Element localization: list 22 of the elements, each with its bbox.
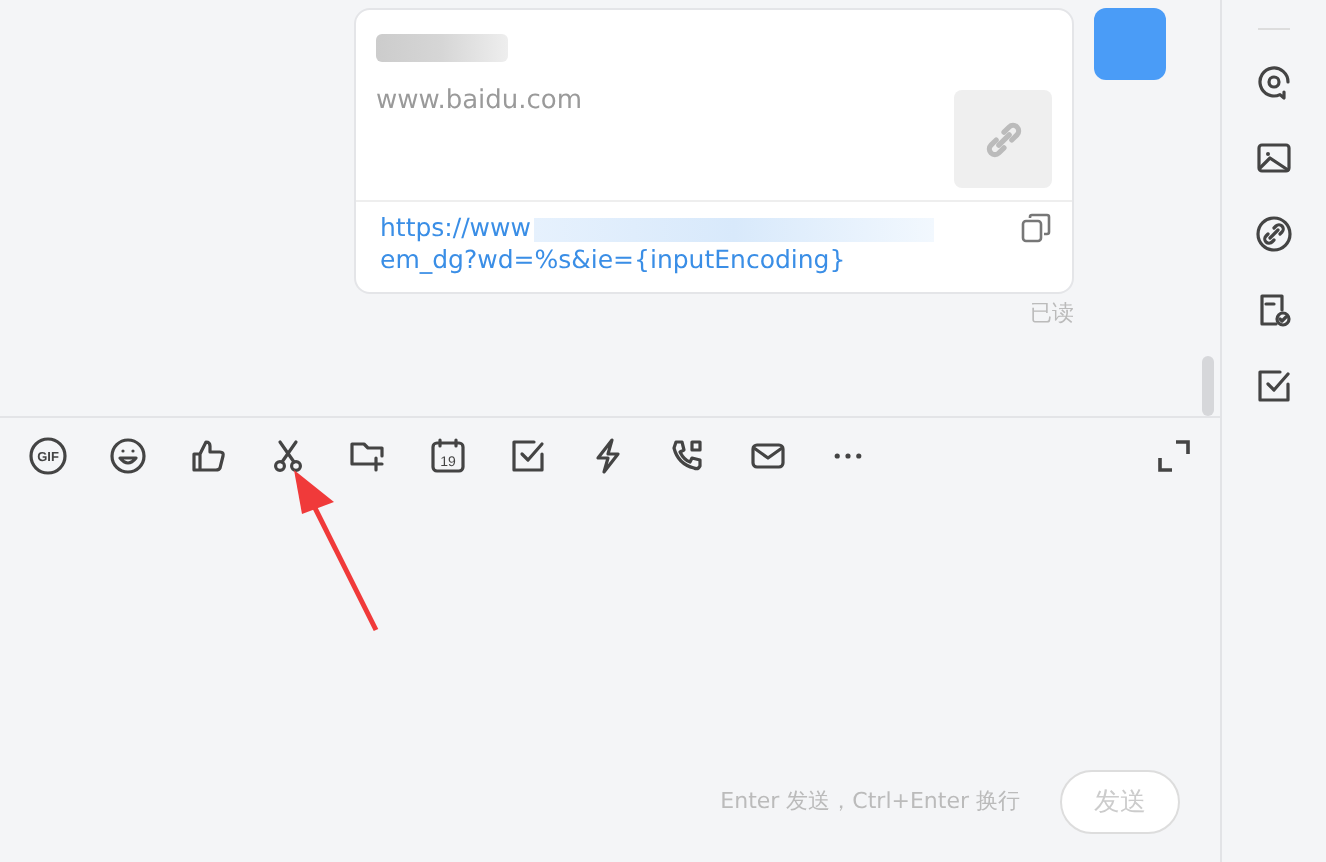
phone-icon [668, 436, 708, 476]
shortcut-hint: Enter 发送，Ctrl+Enter 换行 [720, 786, 1020, 816]
site-address: www.baidu.com [376, 86, 583, 116]
url-link[interactable]: em_dg?wd=%s&ie={inputEncoding} [380, 244, 935, 276]
link-icon [1254, 214, 1294, 254]
scrollbar-thumb[interactable] [1202, 356, 1214, 416]
read-status: 已读 [1030, 298, 1074, 328]
checkbox-icon [508, 436, 548, 476]
at-sign-icon [1254, 62, 1294, 102]
thumbs-up-icon [188, 436, 228, 476]
copy-icon[interactable] [1020, 212, 1052, 244]
checkbox-icon [1254, 366, 1294, 406]
smiley-icon [108, 436, 148, 476]
expand-icon[interactable] [1156, 438, 1192, 474]
blurred-title [376, 34, 508, 62]
document-check-icon [1254, 290, 1294, 330]
scissors-icon [268, 436, 308, 476]
link-card[interactable]: www.baidu.com https://www em_dg?wd=%s&ie={inputEncoding} [354, 8, 1074, 294]
sidebar-button[interactable] [1254, 210, 1294, 258]
more-icon [834, 452, 862, 460]
image-icon [1254, 138, 1294, 178]
folder-plus-icon [348, 436, 388, 476]
